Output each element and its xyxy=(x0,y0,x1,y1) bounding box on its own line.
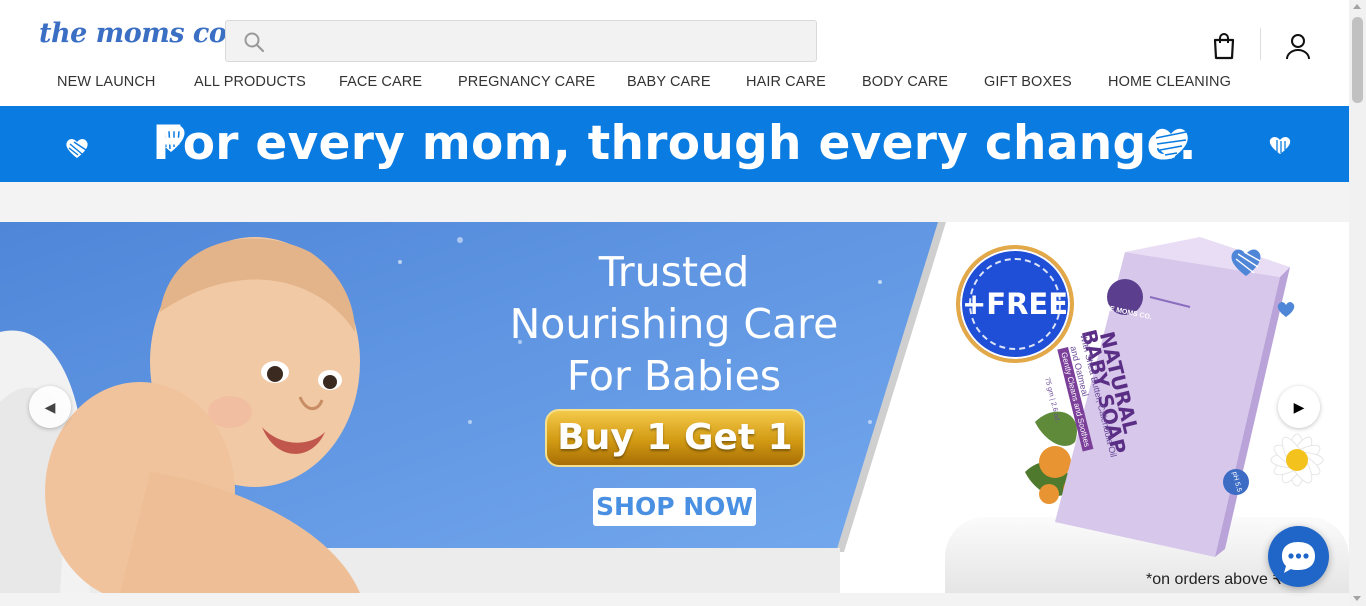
scroll-down-arrow-icon[interactable] xyxy=(1353,596,1361,601)
announcement-strip: For every mom, through every change. xyxy=(0,106,1349,182)
nav-body-care[interactable]: BODY CARE xyxy=(862,74,948,90)
user-account-icon[interactable] xyxy=(1284,31,1312,61)
hero-banner[interactable]: Trusted Nourishing Care For Babies Buy 1… xyxy=(0,222,1349,593)
nav-gift-boxes[interactable]: GIFT BOXES xyxy=(984,74,1072,90)
site-header: the moms co. NEW LAUNCH ALL PRODUCTS FAC… xyxy=(0,0,1349,106)
nav-all-products[interactable]: ALL PRODUCTS xyxy=(194,74,306,90)
chevron-right-icon: ▶ xyxy=(1293,399,1305,415)
shopping-bag-icon[interactable] xyxy=(1210,31,1238,61)
soap-box-image: THE MOMS CO. NATURAL BABY SOAP With Shea… xyxy=(1040,237,1290,562)
headline-line-2: Nourishing Care xyxy=(509,300,839,348)
scroll-up-arrow-icon[interactable] xyxy=(1353,4,1361,9)
banner-headline: Trusted Nourishing Care For Babies xyxy=(484,246,864,402)
chat-widget-button[interactable] xyxy=(1268,526,1329,587)
nav-face-care[interactable]: FACE CARE xyxy=(339,74,422,90)
heart-icon xyxy=(1154,128,1188,159)
shop-now-button[interactable]: SHOP NOW xyxy=(593,488,756,526)
free-badge: +FREE xyxy=(956,245,1074,363)
heart-icon xyxy=(1269,137,1291,154)
heart-icon xyxy=(1277,302,1295,317)
announcement-text: For every mom, through every change. xyxy=(152,116,1197,171)
nav-hair-care[interactable]: HAIR CARE xyxy=(746,74,826,90)
headline-line-1: Trusted xyxy=(598,248,750,296)
search-bar[interactable] xyxy=(225,20,817,62)
heart-icon xyxy=(1231,249,1261,276)
brand-logo[interactable]: the moms co. xyxy=(39,18,235,49)
scrollbar-thumb[interactable] xyxy=(1352,17,1363,103)
nav-new-launch[interactable]: NEW LAUNCH xyxy=(57,74,155,90)
chevron-left-icon: ◀ xyxy=(44,399,56,415)
search-input[interactable] xyxy=(278,27,798,55)
chat-bubble-icon xyxy=(1282,542,1315,573)
carousel-prev-button[interactable]: ◀ xyxy=(29,386,71,428)
nav-home-cleaning[interactable]: HOME CLEANING xyxy=(1108,74,1231,90)
search-icon xyxy=(244,32,265,53)
nav-baby-care[interactable]: BABY CARE xyxy=(627,74,711,90)
carousel-next-button[interactable]: ▶ xyxy=(1278,386,1320,428)
page-scrollbar[interactable] xyxy=(1349,0,1366,606)
offer-badge: Buy 1 Get 1 xyxy=(545,409,805,467)
nav-pregnancy-care[interactable]: PREGNANCY CARE xyxy=(458,74,595,90)
header-divider xyxy=(1260,28,1261,60)
headline-line-3: For Babies xyxy=(566,352,782,400)
